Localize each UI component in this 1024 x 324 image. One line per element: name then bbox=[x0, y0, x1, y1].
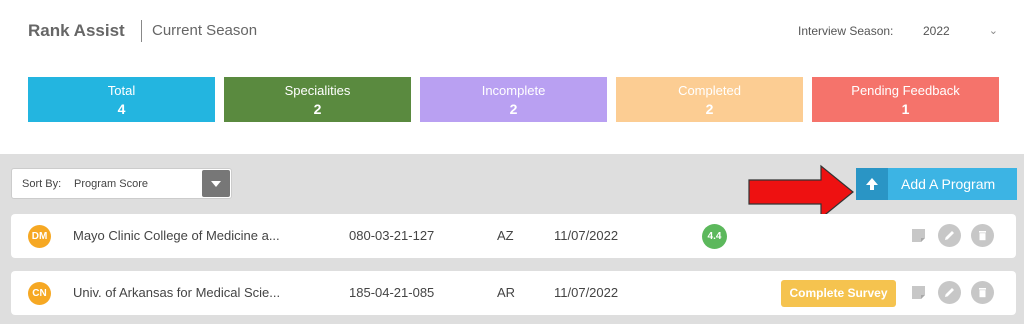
stat-value: 2 bbox=[705, 101, 714, 117]
program-row[interactable]: CN Univ. of Arkansas for Medical Scie...… bbox=[11, 271, 1016, 315]
program-list-panel: Sort By: Program Score Add A Program DM … bbox=[0, 154, 1024, 324]
program-name[interactable]: Mayo Clinic College of Medicine a... bbox=[73, 228, 280, 243]
app-title: Rank Assist bbox=[28, 21, 125, 40]
page-subtitle: Current Season bbox=[152, 22, 258, 39]
edit-icon[interactable] bbox=[938, 224, 961, 247]
season-select[interactable]: 2022 ⌄ bbox=[916, 20, 1004, 42]
stat-label: Total bbox=[107, 83, 136, 98]
note-icon[interactable] bbox=[911, 285, 926, 300]
stat-card-total[interactable]: Total 4 bbox=[28, 77, 215, 122]
stat-card-specialities[interactable]: Specialities 2 bbox=[224, 77, 411, 122]
stat-card-completed[interactable]: Completed 2 bbox=[616, 77, 803, 122]
add-program-label: Add A Program bbox=[901, 176, 996, 192]
program-date: 11/07/2022 bbox=[554, 228, 619, 243]
add-program-button[interactable]: Add A Program bbox=[856, 168, 1017, 200]
sort-select[interactable]: Sort By: Program Score bbox=[11, 168, 232, 199]
stat-value: 2 bbox=[313, 101, 322, 117]
program-state: AZ bbox=[497, 228, 514, 243]
trash-icon[interactable] bbox=[971, 224, 994, 247]
stat-label: Completed bbox=[678, 83, 741, 98]
trash-icon[interactable] bbox=[971, 281, 994, 304]
upload-icon bbox=[856, 168, 888, 200]
title-divider bbox=[141, 20, 142, 42]
avatar: DM bbox=[28, 225, 51, 248]
program-code: 185-04-21-085 bbox=[349, 285, 435, 300]
program-name[interactable]: Univ. of Arkansas for Medical Scie... bbox=[73, 285, 280, 300]
sort-label: Sort By: bbox=[22, 178, 62, 190]
stat-card-pending-feedback[interactable]: Pending Feedback 1 bbox=[812, 77, 999, 122]
stat-label: Specialities bbox=[284, 83, 351, 98]
red-arrow-icon bbox=[748, 164, 854, 218]
page-header: Rank Assist Current Season Interview Sea… bbox=[0, 0, 1024, 62]
season-value: 2022 bbox=[923, 24, 950, 38]
program-row[interactable]: DM Mayo Clinic College of Medicine a... … bbox=[11, 214, 1016, 258]
stat-card-incomplete[interactable]: Incomplete 2 bbox=[420, 77, 607, 122]
stat-value: 2 bbox=[509, 101, 518, 117]
stat-label: Pending Feedback bbox=[851, 83, 960, 98]
program-code: 080-03-21-127 bbox=[349, 228, 435, 243]
sort-value: Program Score bbox=[74, 178, 148, 190]
note-icon[interactable] bbox=[911, 228, 926, 243]
stat-value: 1 bbox=[901, 101, 910, 117]
stat-value: 4 bbox=[117, 101, 126, 117]
program-date: 11/07/2022 bbox=[554, 285, 619, 300]
season-label: Interview Season: bbox=[798, 24, 894, 38]
stat-label: Incomplete bbox=[481, 83, 546, 98]
complete-survey-button[interactable]: Complete Survey bbox=[781, 280, 896, 307]
score-badge: 4.4 bbox=[702, 224, 727, 249]
edit-icon[interactable] bbox=[938, 281, 961, 304]
chevron-down-icon: ⌄ bbox=[988, 25, 998, 37]
avatar: CN bbox=[28, 282, 51, 305]
caret-down-icon[interactable] bbox=[202, 170, 230, 197]
program-state: AR bbox=[497, 285, 516, 300]
